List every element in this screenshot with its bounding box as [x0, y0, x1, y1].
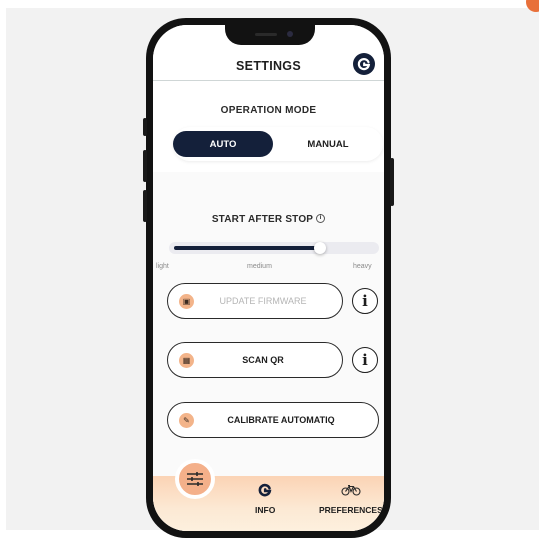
operation-mode-label: OPERATION MODE [220, 105, 317, 116]
start-after-stop-heading: START AFTER STOP i [153, 214, 384, 225]
speaker [255, 33, 277, 36]
nav-item-preferences[interactable]: PREFERENCES [319, 482, 383, 515]
nav-label-info: INFO [255, 505, 276, 515]
calibrate-label: CALIBRATE AUTOMATIQ [227, 415, 335, 425]
slider-tick-heavy: heavy [353, 263, 372, 270]
volume-up-button [143, 150, 147, 182]
front-camera [287, 31, 293, 37]
update-firmware-button[interactable]: ▣ UPDATE FIRMWARE [167, 283, 343, 319]
slider-tick-medium: medium [247, 263, 272, 270]
operation-mode-toggle[interactable]: AUTO MANUAL [173, 127, 383, 161]
firmware-info-button[interactable]: i [352, 288, 378, 314]
stage: SETTINGS OPERATION MODE AUTO MANUAL STAR… [0, 0, 539, 538]
update-firmware-label: UPDATE FIRMWARE [219, 296, 307, 306]
sliders-icon [187, 472, 203, 486]
slider-tick-light: light [156, 263, 169, 270]
manual-mode-option[interactable]: MANUAL [278, 131, 378, 157]
scan-qr-info-button[interactable]: i [352, 347, 378, 373]
phone-frame: SETTINGS OPERATION MODE AUTO MANUAL STAR… [143, 18, 394, 538]
brand-g-icon [258, 482, 272, 498]
firmware-chip-icon: ▣ [179, 294, 194, 309]
settings-nav-button[interactable] [175, 459, 215, 499]
scan-qr-button[interactable]: ▦ SCAN QR [167, 342, 343, 378]
slider-fill [174, 246, 320, 250]
notch [225, 25, 315, 45]
wrench-icon: ✎ [179, 413, 194, 428]
info-icon[interactable]: i [316, 214, 326, 223]
qr-code-icon: ▦ [179, 353, 194, 368]
brand-g-icon[interactable] [353, 53, 375, 75]
nav-label-preferences: PREFERENCES [319, 505, 383, 515]
auto-mode-option[interactable]: AUTO [173, 131, 273, 157]
page-title: SETTINGS [236, 59, 301, 73]
calibrate-button[interactable]: ✎ CALIBRATE AUTOMATIQ [167, 402, 379, 438]
scan-qr-label: SCAN QR [242, 355, 284, 365]
mute-switch [143, 118, 147, 136]
bicycle-icon [341, 482, 361, 498]
start-after-stop-label: START AFTER STOP [211, 214, 314, 225]
power-button [390, 158, 394, 206]
operation-mode-section: OPERATION MODE AUTO MANUAL [153, 82, 384, 172]
slider-thumb[interactable] [314, 242, 326, 254]
brand-g-glyph [357, 58, 371, 71]
nav-item-info[interactable]: INFO [255, 482, 275, 515]
phone-screen: SETTINGS OPERATION MODE AUTO MANUAL STAR… [153, 25, 384, 531]
volume-down-button [143, 190, 147, 222]
